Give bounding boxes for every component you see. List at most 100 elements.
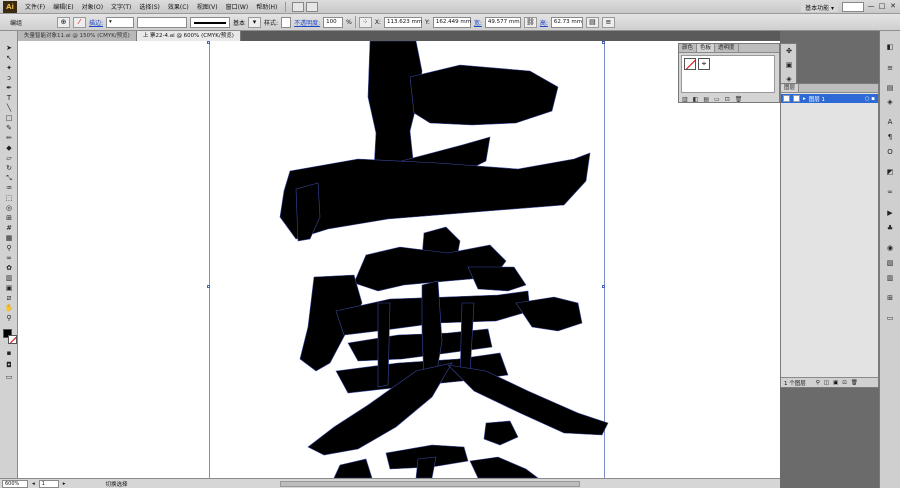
pencil-icon[interactable]: ✏ <box>4 134 14 143</box>
width-label[interactable]: 宽: <box>474 18 482 27</box>
tab-document-2[interactable]: 上 寨22-4.ai @ 600% (CMYK/预览) <box>136 31 241 41</box>
tab-document-1[interactable]: 失量智能对象11.ai @ 150% (CMYK/预览) <box>18 31 137 41</box>
align-icon[interactable]: ▥ <box>885 274 895 283</box>
new-layer-icon[interactable]: ⊡ <box>842 380 847 386</box>
help-search-input[interactable] <box>842 2 864 12</box>
zoom-icon[interactable]: ⚲ <box>4 314 14 323</box>
first-artboard-icon[interactable]: ◂ <box>32 481 35 487</box>
menu-view[interactable]: 视图(V) <box>193 2 222 11</box>
menu-edit[interactable]: 编辑(E) <box>49 2 77 11</box>
menu-help[interactable]: 帮助(H) <box>252 2 281 11</box>
slice-icon[interactable]: ⧄ <box>4 294 14 303</box>
transform-options-icon[interactable]: ▤ <box>585 16 599 28</box>
artboards-icon[interactable]: ▭ <box>885 314 895 323</box>
color-mode-icon[interactable]: ▪ <box>4 349 14 358</box>
rectangle-icon[interactable]: □ <box>4 114 14 123</box>
mesh-icon[interactable]: # <box>4 224 14 233</box>
character-icon[interactable]: A <box>885 118 895 127</box>
close-button[interactable]: ✕ <box>888 2 898 12</box>
height-label[interactable]: 高: <box>540 18 548 27</box>
gradient-panel-icon[interactable]: ▤ <box>885 84 895 93</box>
artboard-icon[interactable]: ▣ <box>4 284 14 293</box>
locate-object-icon[interactable]: ⚲ <box>816 380 820 386</box>
variable-width-profile[interactable] <box>137 16 188 28</box>
stroke-icon[interactable]: ≡ <box>885 64 895 73</box>
swatch-registration[interactable]: ⌖ <box>698 58 710 70</box>
width-field[interactable]: 49.577 mm <box>484 16 521 28</box>
status-text[interactable]: 切换选择 <box>106 480 128 488</box>
graphic-style-swatch[interactable] <box>281 16 292 28</box>
clipping-mask-icon[interactable]: ◫ <box>824 380 829 386</box>
fill-color-icon[interactable]: ⊕ <box>57 16 70 28</box>
gradient-icon[interactable]: ▦ <box>4 234 14 243</box>
stroke-panel-link[interactable]: 描边: <box>89 18 103 27</box>
warp-icon[interactable]: ♒ <box>4 184 14 193</box>
menu-window[interactable]: 窗口(W) <box>222 2 253 11</box>
paintbrush-icon[interactable]: ✎ <box>4 124 14 133</box>
swatch-none[interactable] <box>684 58 696 70</box>
tab-color[interactable]: 颜色 <box>679 44 698 52</box>
stroke-weight-field[interactable]: ▾ <box>106 16 135 28</box>
brushes-icon[interactable]: ✤ <box>784 47 794 56</box>
tab-transparency[interactable]: 透明度 <box>715 44 739 52</box>
reference-point-icon[interactable]: ⁘ <box>358 16 372 28</box>
eyedropper-icon[interactable]: ⚲ <box>4 244 14 253</box>
lasso-icon[interactable]: ↄ <box>4 74 14 83</box>
zoom-field[interactable]: 600% <box>2 479 28 488</box>
draw-mode-icon[interactable]: ◘ <box>4 361 14 370</box>
horizontal-scrollbar[interactable] <box>280 481 580 487</box>
rotate-icon[interactable]: ↻ <box>4 164 14 173</box>
x-position-field[interactable]: 113.623 mm <box>383 16 422 28</box>
pathfinder-icon[interactable]: ◩ <box>885 168 895 177</box>
layer-name[interactable]: 图层 1 <box>809 95 825 103</box>
line-icon[interactable]: ╲ <box>4 104 14 113</box>
expand-triangle-icon[interactable]: ▸ <box>803 96 806 102</box>
menu-file[interactable]: 文件(F) <box>21 2 49 11</box>
opacity-field[interactable]: 100 <box>323 16 344 28</box>
arrange-documents-icon[interactable] <box>306 1 319 12</box>
opacity-panel-link[interactable]: 不透明度: <box>294 18 320 27</box>
y-position-field[interactable]: 162.449 mm <box>432 16 471 28</box>
brush-definition-preview[interactable] <box>190 16 231 28</box>
layer-row[interactable]: ▸ 图层 1 ○ ▪ <box>781 94 878 103</box>
brush-dropdown-icon[interactable]: ▾ <box>248 16 262 28</box>
hand-icon[interactable]: ✋ <box>4 304 14 313</box>
menu-object[interactable]: 对象(O) <box>78 2 107 11</box>
color-guide-icon[interactable]: ◧ <box>885 43 895 52</box>
blend-icon[interactable]: ∞ <box>4 254 14 263</box>
symbols-icon[interactable]: ▣ <box>784 61 794 70</box>
scale-icon[interactable]: ⤡ <box>4 174 14 183</box>
workspace-switcher[interactable]: 基本功能 ▾ <box>801 2 838 12</box>
shape-builder-icon[interactable]: ◎ <box>4 204 14 213</box>
opentype-icon[interactable]: O <box>885 148 895 157</box>
menu-type[interactable]: 文字(T) <box>107 2 135 11</box>
symbol-sprayer-icon[interactable]: ✿ <box>4 264 14 273</box>
artboard-number-field[interactable]: 1 <box>38 479 59 488</box>
stroke-color-icon[interactable]: ⁄ <box>73 16 86 28</box>
menu-effect[interactable]: 效果(C) <box>164 2 193 11</box>
magic-wand-icon[interactable]: ✦ <box>4 64 14 73</box>
calligraphy-artwork[interactable] <box>18 41 780 478</box>
show-kinds-icon[interactable]: ◧ <box>693 96 699 103</box>
screen-mode-icon[interactable]: ▭ <box>4 373 14 382</box>
actions-icon[interactable]: ▶ <box>885 209 895 218</box>
maximize-button[interactable]: □ <box>877 2 887 12</box>
select-icon[interactable]: ➤ <box>4 44 14 53</box>
perspective-icon[interactable]: ⊞ <box>4 214 14 223</box>
swatch-libraries-icon[interactable]: ▥ <box>682 96 688 103</box>
height-field[interactable]: 62.73 mm <box>550 16 583 28</box>
eraser-icon[interactable]: ▱ <box>4 154 14 163</box>
transform-icon[interactable]: ⊞ <box>885 294 895 303</box>
delete-swatch-icon[interactable]: 🗑 <box>735 96 743 103</box>
tab-swatches[interactable]: 色板 <box>697 44 716 52</box>
new-swatch-icon[interactable]: ⊡ <box>725 96 730 103</box>
visibility-eye-icon[interactable] <box>783 95 790 102</box>
pen-icon[interactable]: ✒ <box>4 84 14 93</box>
next-artboard-icon[interactable]: ▸ <box>63 481 66 487</box>
swatch-options-icon[interactable]: ▤ <box>703 96 709 103</box>
free-transform-icon[interactable]: ⬚ <box>4 194 14 203</box>
minimize-button[interactable]: — <box>866 2 876 12</box>
links-icon[interactable]: ∞ <box>885 188 895 197</box>
target-circle-icon[interactable]: ○ ▪ <box>865 96 875 102</box>
new-sublayer-icon[interactable]: ▣ <box>833 380 838 386</box>
